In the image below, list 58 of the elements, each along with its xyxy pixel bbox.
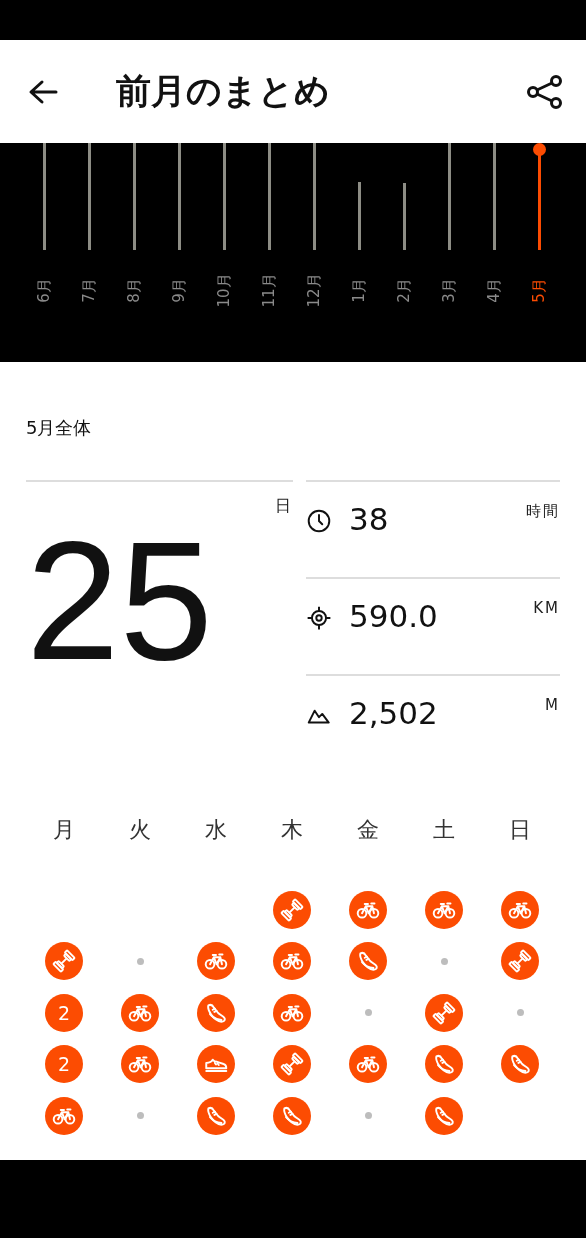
rest-dot — [516, 1009, 524, 1017]
month-label[interactable]: 3月 — [440, 277, 459, 303]
stat-value: 590.0 — [349, 601, 439, 632]
stat-value: 38 — [349, 504, 390, 535]
month-label[interactable]: 1月 — [350, 277, 369, 303]
bike-icon[interactable] — [121, 1045, 159, 1084]
weekday-label: 月 — [53, 816, 75, 844]
clock-icon — [306, 508, 332, 534]
stat-unit: M — [545, 696, 560, 714]
activity-count[interactable]: 2 — [45, 1045, 83, 1084]
weekday-label: 土 — [433, 816, 455, 844]
dumbbell-icon[interactable] — [501, 942, 539, 981]
bike-icon[interactable] — [121, 993, 159, 1032]
month-label[interactable]: 12月 — [305, 272, 324, 308]
target-icon — [306, 605, 332, 631]
weekday-label: 木 — [281, 816, 303, 844]
month-label[interactable]: 2月 — [395, 277, 414, 303]
bike-icon[interactable] — [425, 890, 463, 929]
bike-icon[interactable] — [273, 942, 311, 981]
page-title: 前月のまとめ — [116, 70, 331, 113]
sneaker-icon[interactable] — [197, 1045, 235, 1084]
rest-dot — [364, 1112, 372, 1120]
rest-dot — [440, 957, 448, 965]
bike-icon[interactable] — [45, 1096, 83, 1135]
stat-unit: 時間 — [526, 502, 560, 521]
back-arrow-icon[interactable] — [28, 78, 58, 105]
bike-icon[interactable] — [349, 1045, 387, 1084]
month-label[interactable]: 9月 — [170, 277, 189, 303]
bike-icon[interactable] — [197, 942, 235, 981]
stat-value: 2,502 — [349, 698, 439, 729]
summary-title: 5月全体 — [26, 417, 93, 439]
month-label[interactable]: 4月 — [485, 277, 504, 303]
bike-icon[interactable] — [501, 890, 539, 929]
rest-dot — [136, 957, 144, 965]
month-label[interactable]: 11月 — [260, 272, 279, 308]
rest-dot — [364, 1009, 372, 1017]
month-label[interactable]: 6月 — [35, 277, 54, 303]
bike-icon[interactable] — [273, 993, 311, 1032]
rest-dot — [136, 1112, 144, 1120]
month-label[interactable]: 8月 — [125, 277, 144, 303]
activity-count[interactable]: 2 — [45, 993, 83, 1032]
dumbbell-icon[interactable] — [273, 1045, 311, 1084]
dumbbell-icon[interactable] — [425, 993, 463, 1032]
weekday-label: 金 — [357, 816, 379, 844]
weekday-label: 日 — [509, 816, 531, 844]
active-days-value: 25 — [26, 517, 213, 685]
month-label[interactable]: 7月 — [80, 277, 99, 303]
bike-icon[interactable] — [349, 890, 387, 929]
dumbbell-icon[interactable] — [45, 942, 83, 981]
month-label[interactable]: 5月 — [530, 277, 549, 303]
month-label[interactable]: 10月 — [215, 272, 234, 308]
share-icon[interactable] — [526, 74, 564, 109]
days-unit: 日 — [275, 496, 291, 517]
weekday-label: 火 — [129, 816, 151, 844]
stat-unit: KM — [533, 599, 560, 617]
weekday-label: 水 — [205, 816, 227, 844]
month-bar[interactable] — [533, 143, 546, 250]
dumbbell-icon[interactable] — [273, 890, 311, 929]
